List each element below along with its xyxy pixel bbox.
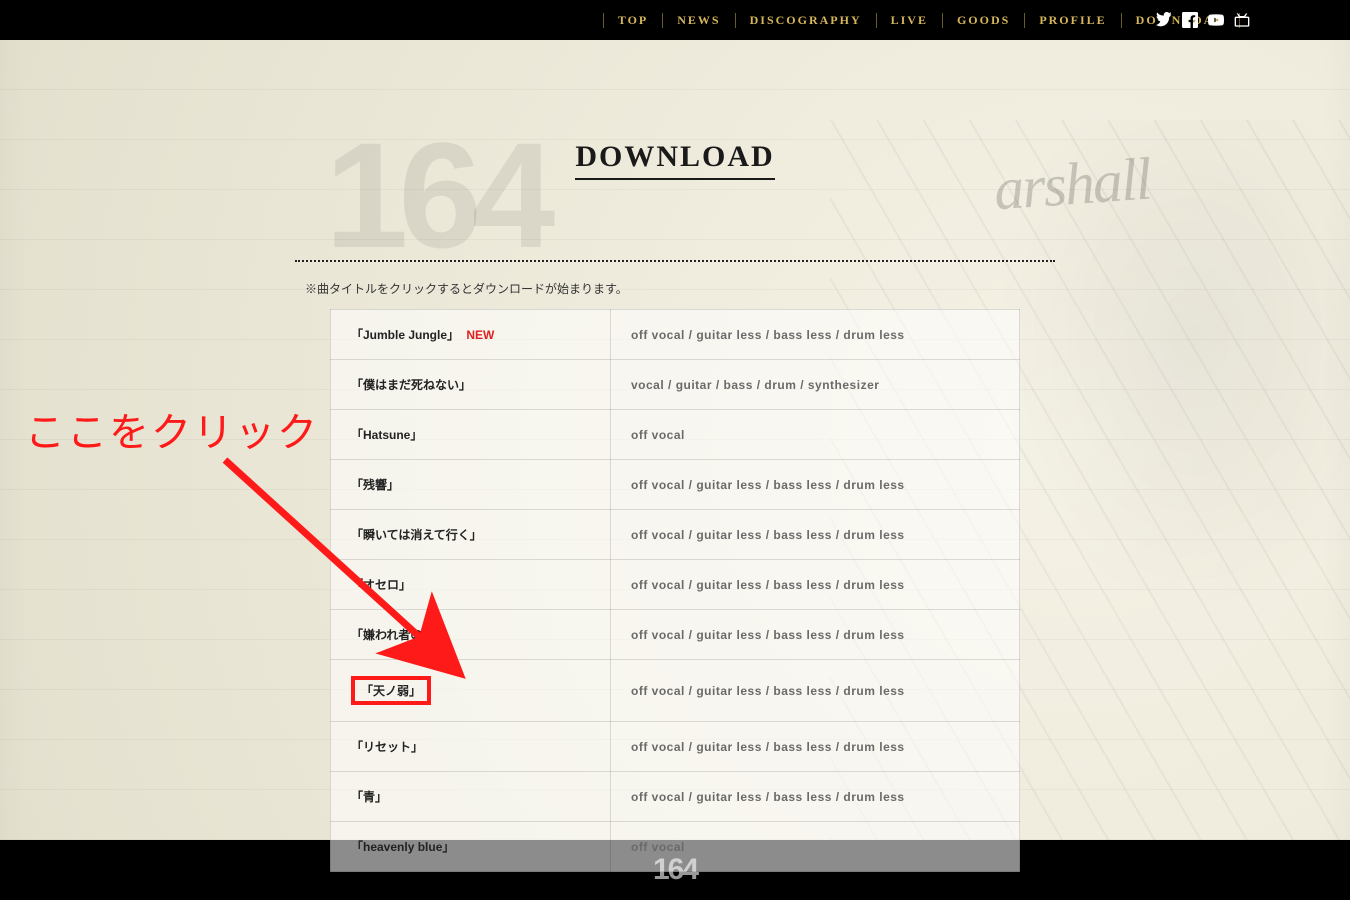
- track-desc-cell: off vocal / guitar less / bass less / dr…: [611, 660, 1020, 722]
- track-desc-cell: off vocal / guitar less / bass less / dr…: [611, 460, 1020, 510]
- table-row: 「Jumble Jungle」 NEWoff vocal / guitar le…: [331, 310, 1020, 360]
- track-desc-cell: vocal / guitar / bass / drum / synthesiz…: [611, 360, 1020, 410]
- track-title[interactable]: 「嫌われ者の詩」: [351, 628, 446, 642]
- track-title-cell[interactable]: 「青」: [331, 772, 611, 822]
- track-title[interactable]: 「Jumble Jungle」: [351, 328, 459, 342]
- track-desc-cell: off vocal / guitar less / bass less / dr…: [611, 310, 1020, 360]
- table-row: 「残響」 off vocal / guitar less / bass less …: [331, 460, 1020, 510]
- niconico-icon[interactable]: [1234, 12, 1250, 28]
- track-title[interactable]: 「リセット」: [351, 740, 423, 754]
- track-title-cell[interactable]: 「リセット」: [331, 722, 611, 772]
- track-title-cell[interactable]: 「嫌われ者の詩」: [331, 610, 611, 660]
- logo-164: 164: [325, 120, 545, 270]
- nav-profile[interactable]: PROFILE: [1025, 13, 1121, 28]
- track-title[interactable]: 「瞬いては消えて行く」: [351, 528, 482, 542]
- nav-discography[interactable]: DISCOGRAPHY: [736, 13, 877, 28]
- table-row: 「リセット」 off vocal / guitar less / bass les…: [331, 722, 1020, 772]
- track-title-cell[interactable]: 「残響」: [331, 460, 611, 510]
- track-desc-cell: off vocal / guitar less / bass less / dr…: [611, 772, 1020, 822]
- track-title-cell[interactable]: 「僕はまだ死ねない」: [331, 360, 611, 410]
- table-row: 「Hatsune」 off vocal: [331, 410, 1020, 460]
- track-title[interactable]: 「残響」: [351, 478, 399, 492]
- facebook-icon[interactable]: [1182, 12, 1198, 28]
- track-title-cell[interactable]: 「heavenly blue」: [331, 822, 611, 872]
- track-desc-cell: off vocal / guitar less / bass less / dr…: [611, 560, 1020, 610]
- twitter-icon[interactable]: [1156, 12, 1172, 28]
- table-row: 「青」 off vocal / guitar less / bass less /…: [331, 772, 1020, 822]
- nav-live[interactable]: LIVE: [877, 13, 943, 28]
- table-row: 「天ノ弱」 off vocal / guitar less / bass less…: [331, 660, 1020, 722]
- track-title-cell[interactable]: 「瞬いては消えて行く」: [331, 510, 611, 560]
- track-desc-cell: off vocal: [611, 410, 1020, 460]
- social-links: [1156, 0, 1250, 40]
- new-badge: NEW: [466, 328, 494, 342]
- main-content: 164 DOWNLOAD ※曲タイトルをクリックするとダウンロードが始まります。…: [0, 40, 1350, 872]
- table-row: 「嫌われ者の詩」 off vocal / guitar less / bass l…: [331, 610, 1020, 660]
- instruction-text: ※曲タイトルをクリックするとダウンロードが始まります。: [295, 280, 1055, 297]
- track-desc-cell: off vocal / guitar less / bass less / dr…: [611, 722, 1020, 772]
- track-desc-cell: off vocal / guitar less / bass less / dr…: [611, 510, 1020, 560]
- track-desc-cell: off vocal: [611, 822, 1020, 872]
- divider: [295, 260, 1055, 262]
- track-title-cell[interactable]: 「Jumble Jungle」 NEW: [331, 310, 611, 360]
- table-row: 「瞬いては消えて行く」 off vocal / guitar less / bas…: [331, 510, 1020, 560]
- table-row: 「heavenly blue」 off vocal: [331, 822, 1020, 872]
- page-title: DOWNLOAD: [575, 140, 774, 180]
- table-row: 「僕はまだ死ねない」 vocal / guitar / bass / drum /…: [331, 360, 1020, 410]
- nav-top[interactable]: TOP: [603, 13, 663, 28]
- track-desc-cell: off vocal / guitar less / bass less / dr…: [611, 610, 1020, 660]
- youtube-icon[interactable]: [1208, 12, 1224, 28]
- track-title[interactable]: 「オセロ」: [351, 578, 411, 592]
- download-table: 「Jumble Jungle」 NEWoff vocal / guitar le…: [330, 309, 1020, 872]
- top-nav: TOP NEWS DISCOGRAPHY LIVE GOODS PROFILE …: [0, 0, 1350, 40]
- track-title[interactable]: 「heavenly blue」: [351, 840, 454, 854]
- table-row: 「オセロ」 off vocal / guitar less / bass less…: [331, 560, 1020, 610]
- nav-news[interactable]: NEWS: [663, 13, 735, 28]
- track-title-cell[interactable]: 「天ノ弱」: [331, 660, 611, 722]
- track-title-cell[interactable]: 「Hatsune」: [331, 410, 611, 460]
- nav-goods[interactable]: GOODS: [943, 13, 1025, 28]
- track-title-cell[interactable]: 「オセロ」: [331, 560, 611, 610]
- track-title[interactable]: 「僕はまだ死ねない」: [351, 378, 471, 392]
- track-title[interactable]: 「Hatsune」: [351, 428, 422, 442]
- highlighted-track[interactable]: 「天ノ弱」: [351, 676, 431, 705]
- track-title[interactable]: 「青」: [351, 790, 387, 804]
